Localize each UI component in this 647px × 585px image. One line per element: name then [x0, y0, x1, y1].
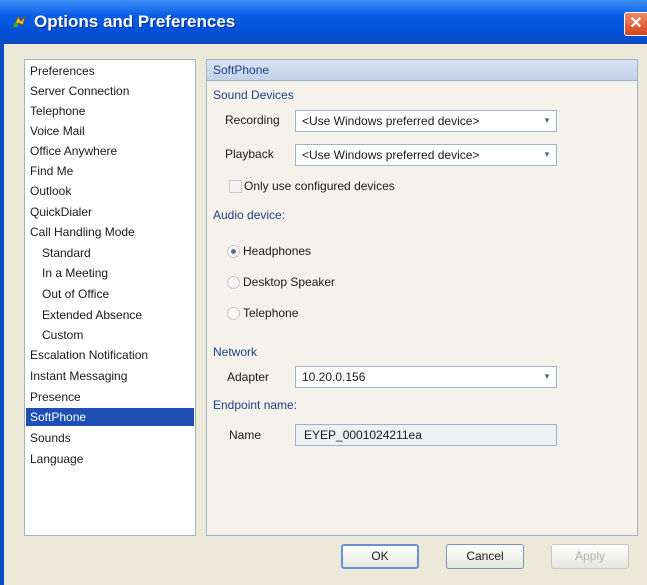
tree-item-sounds[interactable]: Sounds — [30, 429, 71, 447]
tree-item-extended-absence[interactable]: Extended Absence — [42, 306, 142, 324]
telephone-label: Telephone — [243, 306, 299, 320]
tree-item-custom[interactable]: Custom — [42, 326, 83, 344]
tree-item-language[interactable]: Language — [30, 450, 83, 468]
tree-item-find-me[interactable]: Find Me — [30, 162, 73, 180]
close-icon: ✕ — [629, 15, 643, 32]
recording-device-select[interactable]: <Use Windows preferred device> ▼ — [295, 110, 557, 132]
playback-device-select[interactable]: <Use Windows preferred device> ▼ — [295, 144, 557, 166]
panel-header: SoftPhone — [207, 60, 637, 81]
panel-title: SoftPhone — [213, 63, 270, 77]
tree-item-telephone[interactable]: Telephone — [30, 102, 85, 120]
tree-item-presence[interactable]: Presence — [30, 388, 81, 406]
endpoint-name-value: EYEP_0001024211ea — [304, 428, 422, 442]
tree-item-quickdialer[interactable]: QuickDialer — [30, 203, 92, 221]
recording-label: Recording — [225, 113, 280, 127]
options-dialog: Options and Preferences ✕ Preferences Se… — [0, 0, 647, 585]
ok-button[interactable]: OK — [341, 544, 419, 569]
chevron-down-icon[interactable]: ▼ — [542, 372, 552, 382]
telephone-radio[interactable] — [227, 307, 240, 320]
desktop-speaker-label: Desktop Speaker — [243, 275, 336, 289]
headphones-radio[interactable] — [227, 245, 240, 258]
headphones-label: Headphones — [243, 244, 312, 258]
tree-item-in-a-meeting[interactable]: In a Meeting — [42, 264, 108, 282]
tree-item-call-handling-mode[interactable]: Call Handling Mode — [30, 223, 135, 241]
adapter-label: Adapter — [227, 370, 270, 384]
sound-devices-heading: Sound Devices — [213, 88, 294, 102]
tree-item-preferences[interactable]: Preferences — [30, 62, 95, 80]
tree-item-escalation-notification[interactable]: Escalation Notification — [30, 346, 148, 364]
playback-device-value: <Use Windows preferred device> — [302, 148, 480, 162]
only-configured-checkbox[interactable] — [229, 180, 242, 193]
audio-device-heading: Audio device: — [213, 208, 286, 222]
options-app-icon — [12, 15, 26, 29]
preferences-tree: Preferences Server Connection Telephone … — [24, 59, 196, 536]
tree-item-softphone[interactable]: SoftPhone — [26, 408, 194, 426]
desktop-speaker-radio[interactable] — [227, 276, 240, 289]
tree-item-instant-messaging[interactable]: Instant Messaging — [30, 367, 127, 385]
adapter-value: 10.20.0.156 — [302, 370, 366, 384]
tree-item-standard[interactable]: Standard — [42, 244, 91, 262]
recording-device-value: <Use Windows preferred device> — [302, 114, 480, 128]
endpoint-name-heading: Endpoint name: — [213, 398, 298, 412]
softphone-panel: SoftPhone Sound Devices Recording <Use W… — [206, 59, 638, 536]
tree-item-voice-mail[interactable]: Voice Mail — [30, 122, 85, 140]
playback-label: Playback — [225, 147, 274, 161]
adapter-select[interactable]: 10.20.0.156 ▼ — [295, 366, 557, 388]
title-bar[interactable]: Options and Preferences ✕ — [0, 0, 647, 44]
network-heading: Network — [213, 345, 258, 359]
apply-button[interactable]: Apply — [551, 544, 629, 569]
close-button[interactable]: ✕ — [624, 12, 647, 36]
tree-item-outlook[interactable]: Outlook — [30, 182, 71, 200]
tree-item-server-connection[interactable]: Server Connection — [30, 82, 129, 100]
only-configured-label: Only use configured devices — [244, 179, 395, 193]
chevron-down-icon[interactable]: ▼ — [542, 116, 552, 126]
cancel-button[interactable]: Cancel — [446, 544, 524, 569]
window-title: Options and Preferences — [34, 12, 236, 31]
endpoint-name-field[interactable]: EYEP_0001024211ea — [295, 424, 557, 446]
chevron-down-icon[interactable]: ▼ — [542, 150, 552, 160]
tree-item-out-of-office[interactable]: Out of Office — [42, 285, 109, 303]
tree-item-office-anywhere[interactable]: Office Anywhere — [30, 142, 117, 160]
name-label: Name — [229, 428, 262, 442]
